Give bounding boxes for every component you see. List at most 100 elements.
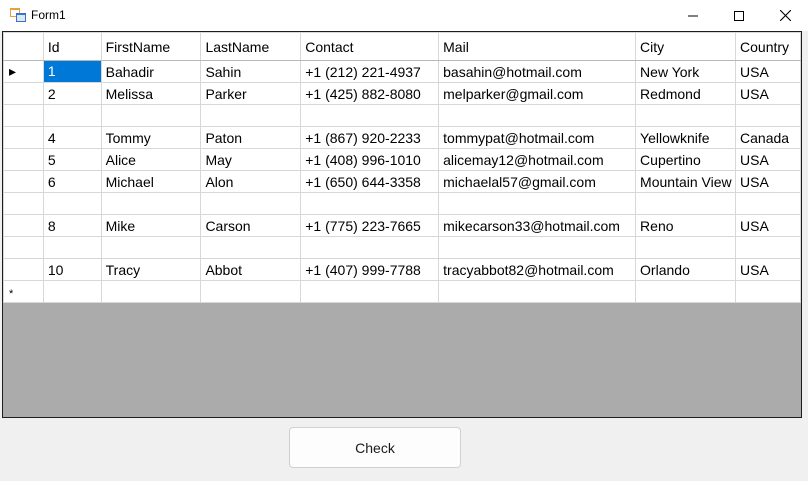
cell-id[interactable] xyxy=(42,104,102,127)
cell-firstname[interactable] xyxy=(100,236,202,259)
column-header-city[interactable]: City xyxy=(635,32,737,61)
cell-lastname[interactable]: Abbot xyxy=(200,258,302,281)
cell-country[interactable]: USA xyxy=(735,258,801,281)
cell-city[interactable] xyxy=(635,236,737,259)
table-row[interactable]: 8 Mike Carson +1 (775) 223-7665 mikecars… xyxy=(3,214,801,237)
cell-country[interactable]: USA xyxy=(735,60,801,83)
cell-country[interactable] xyxy=(735,280,801,303)
cell-mail[interactable]: tracyabbot82@hotmail.com xyxy=(438,258,637,281)
cell-lastname[interactable] xyxy=(200,236,302,259)
cell-firstname[interactable]: Tracy xyxy=(100,258,202,281)
row-header[interactable]: ▸ xyxy=(3,60,44,83)
cell-contact[interactable] xyxy=(300,104,440,127)
cell-country[interactable]: USA xyxy=(735,82,801,105)
cell-lastname[interactable]: May xyxy=(200,148,302,171)
maximize-button[interactable] xyxy=(716,0,762,31)
row-header[interactable] xyxy=(3,82,44,105)
cell-contact[interactable]: +1 (650) 644-3358 xyxy=(300,170,440,193)
table-row[interactable]: 4 Tommy Paton +1 (867) 920-2233 tommypat… xyxy=(3,126,801,149)
cell-mail[interactable] xyxy=(438,280,637,303)
table-row[interactable] xyxy=(3,104,801,127)
cell-id[interactable]: 5 xyxy=(42,148,102,171)
cell-country[interactable] xyxy=(735,192,801,215)
cell-city[interactable] xyxy=(635,280,737,303)
cell-id[interactable]: 2 xyxy=(42,82,102,105)
row-header[interactable]: * xyxy=(3,280,44,303)
cell-contact[interactable]: +1 (408) 996-1010 xyxy=(300,148,440,171)
table-row[interactable]: 10 Tracy Abbot +1 (407) 999-7788 tracyab… xyxy=(3,258,801,281)
cell-mail[interactable]: basahin@hotmail.com xyxy=(438,60,637,83)
cell-firstname[interactable]: Bahadir xyxy=(100,60,202,83)
column-header-country[interactable]: Country xyxy=(735,32,801,61)
cell-lastname[interactable]: Parker xyxy=(200,82,302,105)
cell-country[interactable]: Canada xyxy=(735,126,801,149)
new-row[interactable]: * xyxy=(3,280,801,303)
cell-contact[interactable]: +1 (212) 221-4937 xyxy=(300,60,440,83)
row-header[interactable] xyxy=(3,126,44,149)
table-row[interactable]: 5 Alice May +1 (408) 996-1010 alicemay12… xyxy=(3,148,801,171)
cell-city[interactable] xyxy=(635,192,737,215)
cell-id[interactable]: 1 xyxy=(42,60,102,83)
cell-lastname[interactable]: Paton xyxy=(200,126,302,149)
cell-mail[interactable]: melparker@gmail.com xyxy=(438,82,637,105)
row-header[interactable] xyxy=(3,214,44,237)
cell-country[interactable]: USA xyxy=(735,170,801,193)
cell-contact[interactable]: +1 (425) 882-8080 xyxy=(300,82,440,105)
table-row[interactable]: 2 Melissa Parker +1 (425) 882-8080 melpa… xyxy=(3,82,801,105)
cell-contact[interactable]: +1 (775) 223-7665 xyxy=(300,214,440,237)
close-button[interactable] xyxy=(762,0,808,31)
cell-city[interactable]: Orlando xyxy=(635,258,737,281)
table-row[interactable]: ▸ 1 Bahadir Sahin +1 (212) 221-4937 basa… xyxy=(3,60,801,83)
cell-lastname[interactable] xyxy=(200,280,302,303)
cell-mail[interactable]: mikecarson33@hotmail.com xyxy=(438,214,637,237)
column-header-lastname[interactable]: LastName xyxy=(200,32,302,61)
cell-id[interactable] xyxy=(42,236,102,259)
cell-firstname[interactable]: Melissa xyxy=(100,82,202,105)
cell-city[interactable] xyxy=(635,104,737,127)
cell-contact[interactable] xyxy=(300,280,440,303)
table-row[interactable] xyxy=(3,236,801,259)
cell-lastname[interactable]: Carson xyxy=(200,214,302,237)
cell-mail[interactable] xyxy=(438,236,637,259)
cell-city[interactable]: New York xyxy=(635,60,737,83)
minimize-button[interactable] xyxy=(670,0,716,31)
cell-mail[interactable]: michaelal57@gmail.com xyxy=(438,170,637,193)
cell-contact[interactable]: +1 (407) 999-7788 xyxy=(300,258,440,281)
top-left-header-cell[interactable] xyxy=(3,32,44,61)
cell-mail[interactable] xyxy=(438,104,637,127)
cell-id[interactable] xyxy=(42,280,102,303)
cell-id[interactable]: 6 xyxy=(42,170,102,193)
column-header-id[interactable]: Id xyxy=(42,32,102,61)
column-header-mail[interactable]: Mail xyxy=(438,32,637,61)
cell-firstname[interactable]: Tommy xyxy=(100,126,202,149)
cell-mail[interactable]: tommypat@hotmail.com xyxy=(438,126,637,149)
cell-id[interactable]: 10 xyxy=(42,258,102,281)
cell-contact[interactable]: +1 (867) 920-2233 xyxy=(300,126,440,149)
column-header-contact[interactable]: Contact xyxy=(300,32,440,61)
cell-country[interactable] xyxy=(735,236,801,259)
cell-country[interactable]: USA xyxy=(735,148,801,171)
cell-contact[interactable] xyxy=(300,192,440,215)
cell-country[interactable]: USA xyxy=(735,214,801,237)
table-row[interactable]: 6 Michael Alon +1 (650) 644-3358 michael… xyxy=(3,170,801,193)
cell-mail[interactable]: alicemay12@hotmail.com xyxy=(438,148,637,171)
data-grid-view[interactable]: Id FirstName LastName Contact Mail City … xyxy=(2,31,802,418)
cell-mail[interactable] xyxy=(438,192,637,215)
cell-lastname[interactable]: Sahin xyxy=(200,60,302,83)
cell-city[interactable]: Mountain View xyxy=(635,170,737,193)
cell-firstname[interactable]: Michael xyxy=(100,170,202,193)
cell-contact[interactable] xyxy=(300,236,440,259)
cell-id[interactable]: 4 xyxy=(42,126,102,149)
cell-lastname[interactable]: Alon xyxy=(200,170,302,193)
cell-city[interactable]: Yellowknife xyxy=(635,126,737,149)
row-header[interactable] xyxy=(3,258,44,281)
cell-firstname[interactable] xyxy=(100,104,202,127)
row-header[interactable] xyxy=(3,148,44,171)
cell-lastname[interactable] xyxy=(200,192,302,215)
cell-firstname[interactable] xyxy=(100,192,202,215)
cell-lastname[interactable] xyxy=(200,104,302,127)
row-header[interactable] xyxy=(3,170,44,193)
row-header[interactable] xyxy=(3,236,44,259)
cell-firstname[interactable] xyxy=(100,280,202,303)
cell-id[interactable]: 8 xyxy=(42,214,102,237)
